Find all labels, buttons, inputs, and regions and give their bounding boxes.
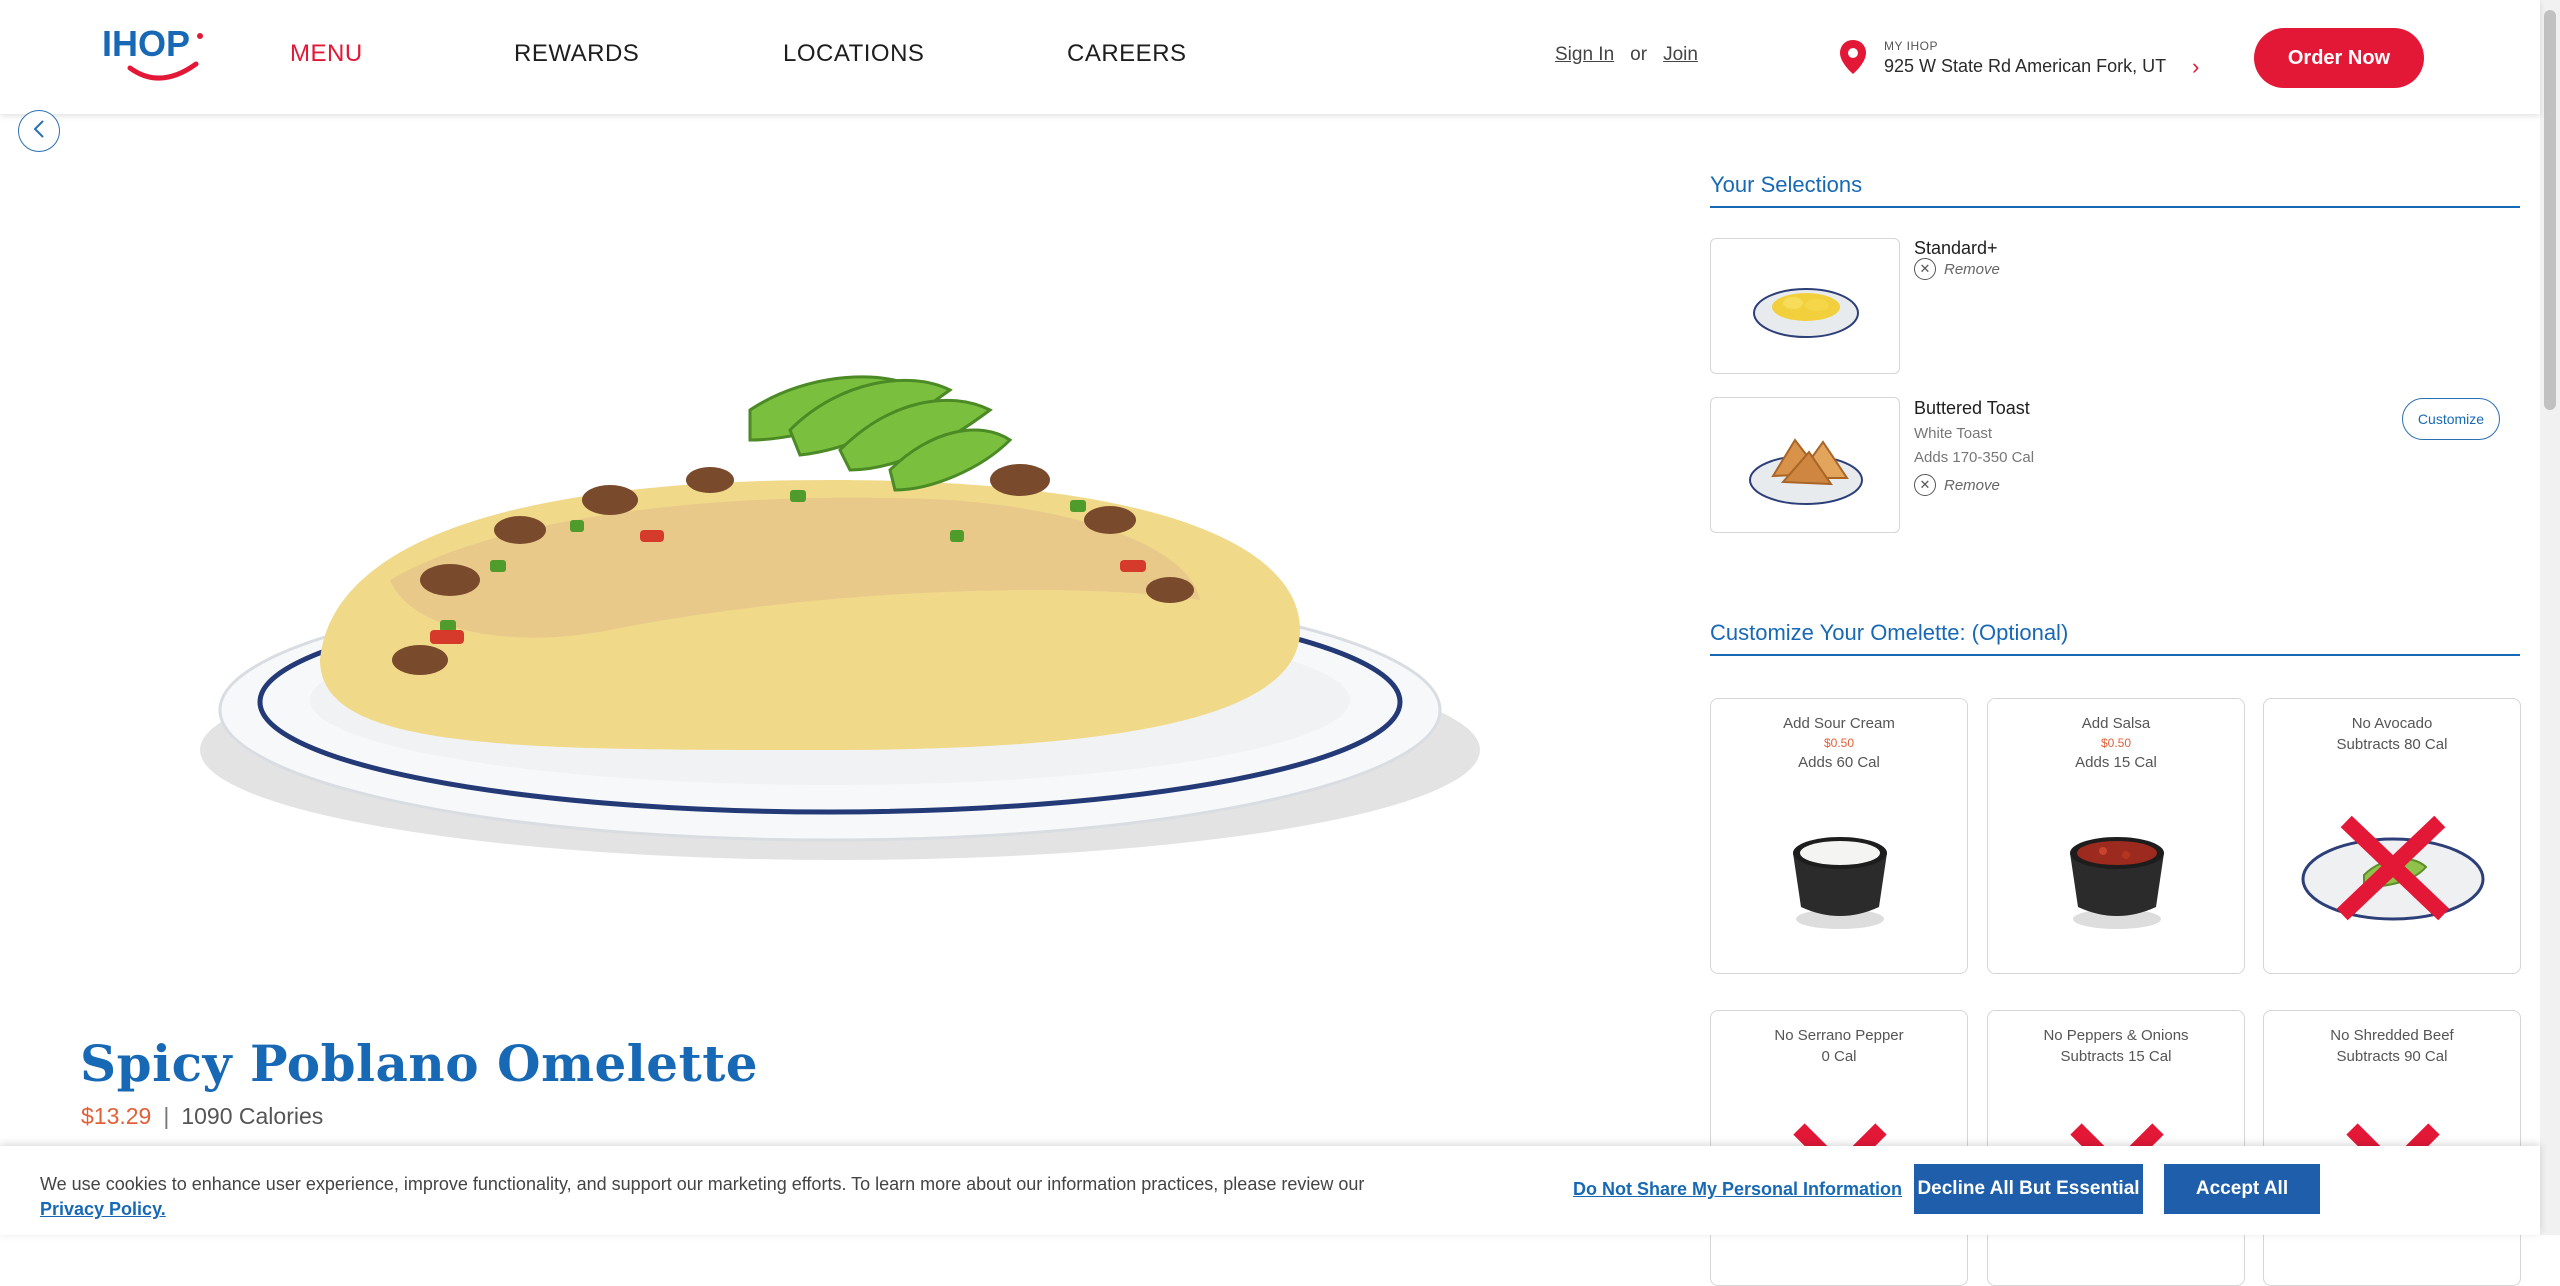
cookie-banner: We use cookies to enhance user experienc… — [0, 1146, 2540, 1235]
buttered-toast-image — [1710, 397, 1900, 533]
cookie-message: We use cookies to enhance user experienc… — [40, 1172, 1380, 1222]
product-title: Spicy Poblano Omelette — [80, 1034, 759, 1093]
option-name: No Serrano Pepper — [1774, 1027, 1904, 1044]
sign-in-link[interactable]: Sign In — [1555, 44, 1614, 65]
my-ihop-location[interactable]: MY IHOP 925 W State Rd American Fork, UT… — [1838, 34, 2218, 84]
page-scrollbar[interactable] — [2540, 0, 2560, 1235]
avocado-image — [2264, 809, 2520, 949]
selection-toast-type: White Toast — [1914, 425, 1993, 442]
option-calories: Subtracts 90 Cal — [2336, 1048, 2448, 1065]
price-separator: | — [163, 1103, 170, 1129]
location-label: MY IHOP — [1884, 39, 1938, 53]
svg-text:IHOP: IHOP — [102, 24, 190, 64]
account-links: Sign In or Join — [1555, 44, 1698, 66]
location-address: 925 W State Rd American Fork, UT — [1884, 56, 2167, 76]
your-selections-heading: Your Selections — [1710, 172, 1863, 197]
standard-plus-image — [1710, 238, 1900, 374]
selection-toast-calories: Adds 170-350 Cal — [1914, 449, 2035, 466]
nav-menu[interactable]: MENU — [290, 40, 363, 68]
option-name: No Peppers & Onions — [2043, 1027, 2189, 1044]
selections-divider — [1710, 206, 2520, 208]
do-not-share-link[interactable]: Do Not Share My Personal Information — [1573, 1179, 1902, 1200]
option-price: $0.50 — [1823, 736, 1855, 750]
or-text: or — [1630, 44, 1648, 65]
product-calories: 1090 Calories — [181, 1103, 324, 1129]
chevron-right-icon: › — [2192, 54, 2200, 79]
remove-label: Remove — [1944, 260, 2000, 278]
selection-name-standard-plus: Standard+ — [1914, 238, 1998, 258]
option-price: $0.50 — [2100, 736, 2132, 750]
product-price: $13.29 — [81, 1103, 152, 1129]
price-calories-row: $13.29 | 1090 Calories — [81, 1103, 323, 1130]
option-name: No Avocado — [2351, 715, 2433, 732]
option-calories: 0 Cal — [1821, 1048, 1857, 1065]
close-circle-icon: ✕ — [1914, 474, 1936, 496]
nav-rewards[interactable]: REWARDS — [514, 40, 639, 68]
privacy-policy-link[interactable]: Privacy Policy. — [40, 1199, 166, 1219]
close-circle-icon: ✕ — [1914, 258, 1936, 280]
remove-buttered-toast[interactable]: ✕ Remove — [1914, 474, 2000, 496]
remove-standard-plus[interactable]: ✕ Remove — [1914, 258, 2000, 280]
option-name: Add Sour Cream — [1783, 715, 1895, 732]
option-calories: Adds 60 Cal — [1798, 754, 1880, 771]
option-no-avocado[interactable]: No Avocado Subtracts 80 Cal — [2263, 698, 2521, 974]
accept-cookies-button[interactable]: Accept All — [2164, 1164, 2320, 1214]
scrollbar-thumb[interactable] — [2544, 10, 2556, 410]
join-link[interactable]: Join — [1663, 44, 1698, 65]
selection-name-buttered-toast: Buttered Toast — [1914, 398, 2030, 418]
remove-label: Remove — [1944, 476, 2000, 494]
option-calories: Adds 15 Cal — [2075, 754, 2157, 771]
customize-divider — [1710, 654, 2520, 656]
nav-careers[interactable]: CAREERS — [1067, 40, 1187, 68]
option-calories: Subtracts 80 Cal — [2336, 736, 2448, 753]
customize-heading: Customize Your Omelette: (Optional) — [1710, 620, 2069, 645]
ihop-logo[interactable]: IHOP — [100, 23, 212, 88]
option-name: Add Salsa — [2081, 715, 2151, 732]
omelette-product-image — [190, 330, 1480, 930]
cookie-text: We use cookies to enhance user experienc… — [40, 1174, 1365, 1194]
location-pin-icon — [1838, 38, 1868, 81]
option-add-sour-cream[interactable]: Add Sour Cream $0.50 Adds 60 Cal — [1710, 698, 1968, 974]
chevron-left-icon — [32, 119, 46, 144]
option-name: No Shredded Beef — [2330, 1027, 2454, 1044]
back-button[interactable] — [18, 110, 60, 152]
salsa-image — [1988, 809, 2244, 949]
customize-toast-button[interactable]: Customize — [2402, 398, 2500, 440]
nav-locations[interactable]: LOCATIONS — [783, 40, 924, 68]
site-header: IHOP MENU REWARDS LOCATIONS CAREERS Sign… — [0, 0, 2540, 114]
order-now-button[interactable]: Order Now — [2254, 28, 2424, 88]
option-add-salsa[interactable]: Add Salsa $0.50 Adds 15 Cal — [1987, 698, 2245, 974]
sour-cream-image — [1711, 809, 1967, 949]
decline-cookies-button[interactable]: Decline All But Essential — [1914, 1164, 2143, 1214]
option-calories: Subtracts 15 Cal — [2060, 1048, 2172, 1065]
